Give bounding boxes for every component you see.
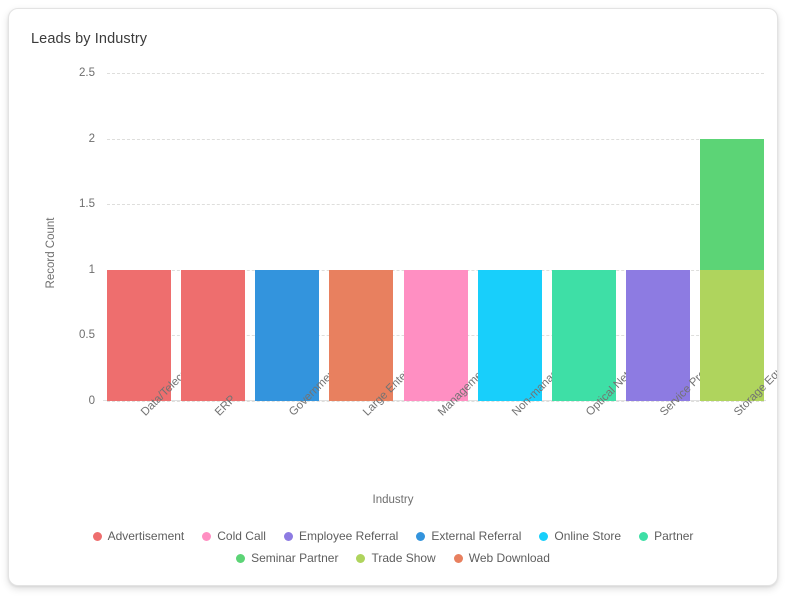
bar-group[interactable]: Data/Telecom OEM (107, 73, 218, 418)
bar-group[interactable]: Optical Networking (551, 73, 660, 418)
y-axis-tick-label: 2.5 (79, 67, 95, 79)
bar-group[interactable]: Non-management ISV (477, 73, 599, 418)
legend-swatch-icon (283, 531, 293, 541)
bar-segment[interactable] (107, 269, 171, 401)
legend-item[interactable]: Cold Call (202, 527, 266, 545)
y-axis-tick-label: 0.5 (79, 329, 95, 342)
plot-area: 2.5 2 1.5 1 0.5 0 Data/Telecom OEM ERP Governme… (79, 67, 777, 418)
legend-item[interactable]: Partner (639, 527, 693, 545)
legend-item-label: Seminar Partner (251, 551, 339, 565)
legend-item-label: Advertisement (107, 529, 185, 543)
legend-item[interactable]: External Referral (416, 527, 521, 545)
bar-segment[interactable] (181, 269, 246, 401)
bar-segment[interactable] (255, 269, 320, 401)
legend-swatch-icon (92, 531, 102, 541)
y-axis-tick-label: 0 (88, 395, 95, 407)
bar-group[interactable]: Storage Equipment (700, 73, 777, 418)
legend-item-label: Web Download (468, 551, 550, 565)
bar-group[interactable]: ManagementISV (403, 73, 505, 418)
bar-group[interactable]: Government/Military (255, 73, 368, 418)
legend-swatch-icon (202, 531, 212, 541)
legend-item[interactable]: Advertisement (92, 527, 185, 545)
bar-segment[interactable] (700, 138, 764, 270)
legend-item-label: Employee Referral (298, 529, 399, 543)
page-title: Leads by Industry (31, 31, 148, 47)
legend-item[interactable]: Web Download (453, 549, 550, 567)
bar-group[interactable]: Large Enterprise (329, 73, 430, 418)
chart-legend: Advertisement Cold Call Employee Referral E… (9, 527, 777, 567)
legend-item[interactable]: Trade Show (356, 549, 436, 567)
bar-segment[interactable] (551, 269, 616, 401)
legend-swatch-icon (639, 531, 649, 541)
chart-card: Leads by Industry Record Count 2.5 2 1.5 1 0… (8, 8, 778, 586)
bar-segment[interactable] (477, 269, 542, 401)
legend-item-label: Cold Call (217, 529, 266, 543)
legend-swatch-icon (539, 531, 549, 541)
legend-item[interactable]: Seminar Partner (236, 549, 338, 567)
bar-segment[interactable] (403, 269, 468, 401)
legend-swatch-icon (453, 553, 463, 563)
legend-swatch-icon (356, 553, 366, 563)
legend-item-label: External Referral (431, 529, 522, 543)
y-axis-tick-label: 1 (88, 263, 95, 276)
y-axis-tick-label: 2 (88, 132, 95, 145)
y-axis-title: Record Count (45, 217, 57, 289)
bar-segment[interactable] (700, 269, 764, 401)
bar-group[interactable]: ERP (181, 73, 246, 418)
bar-segment[interactable] (329, 269, 394, 401)
legend-item-label: Partner (654, 529, 694, 543)
bar-group[interactable]: Service Provider (625, 73, 726, 418)
x-axis-title: Industry (372, 494, 414, 506)
bar-segment[interactable] (625, 269, 690, 401)
legend-item-label: Online Store (554, 529, 622, 543)
legend-item[interactable]: Employee Referral (283, 527, 399, 545)
legend-item[interactable]: Online Store (539, 527, 621, 545)
legend-item-label: Trade Show (371, 551, 436, 565)
legend-swatch-icon (416, 531, 426, 541)
bar-series-container: Data/Telecom OEM ERP Government/Military La… (107, 73, 777, 418)
legend-swatch-icon (236, 553, 246, 563)
y-axis-tick-label: 1.5 (79, 198, 95, 211)
